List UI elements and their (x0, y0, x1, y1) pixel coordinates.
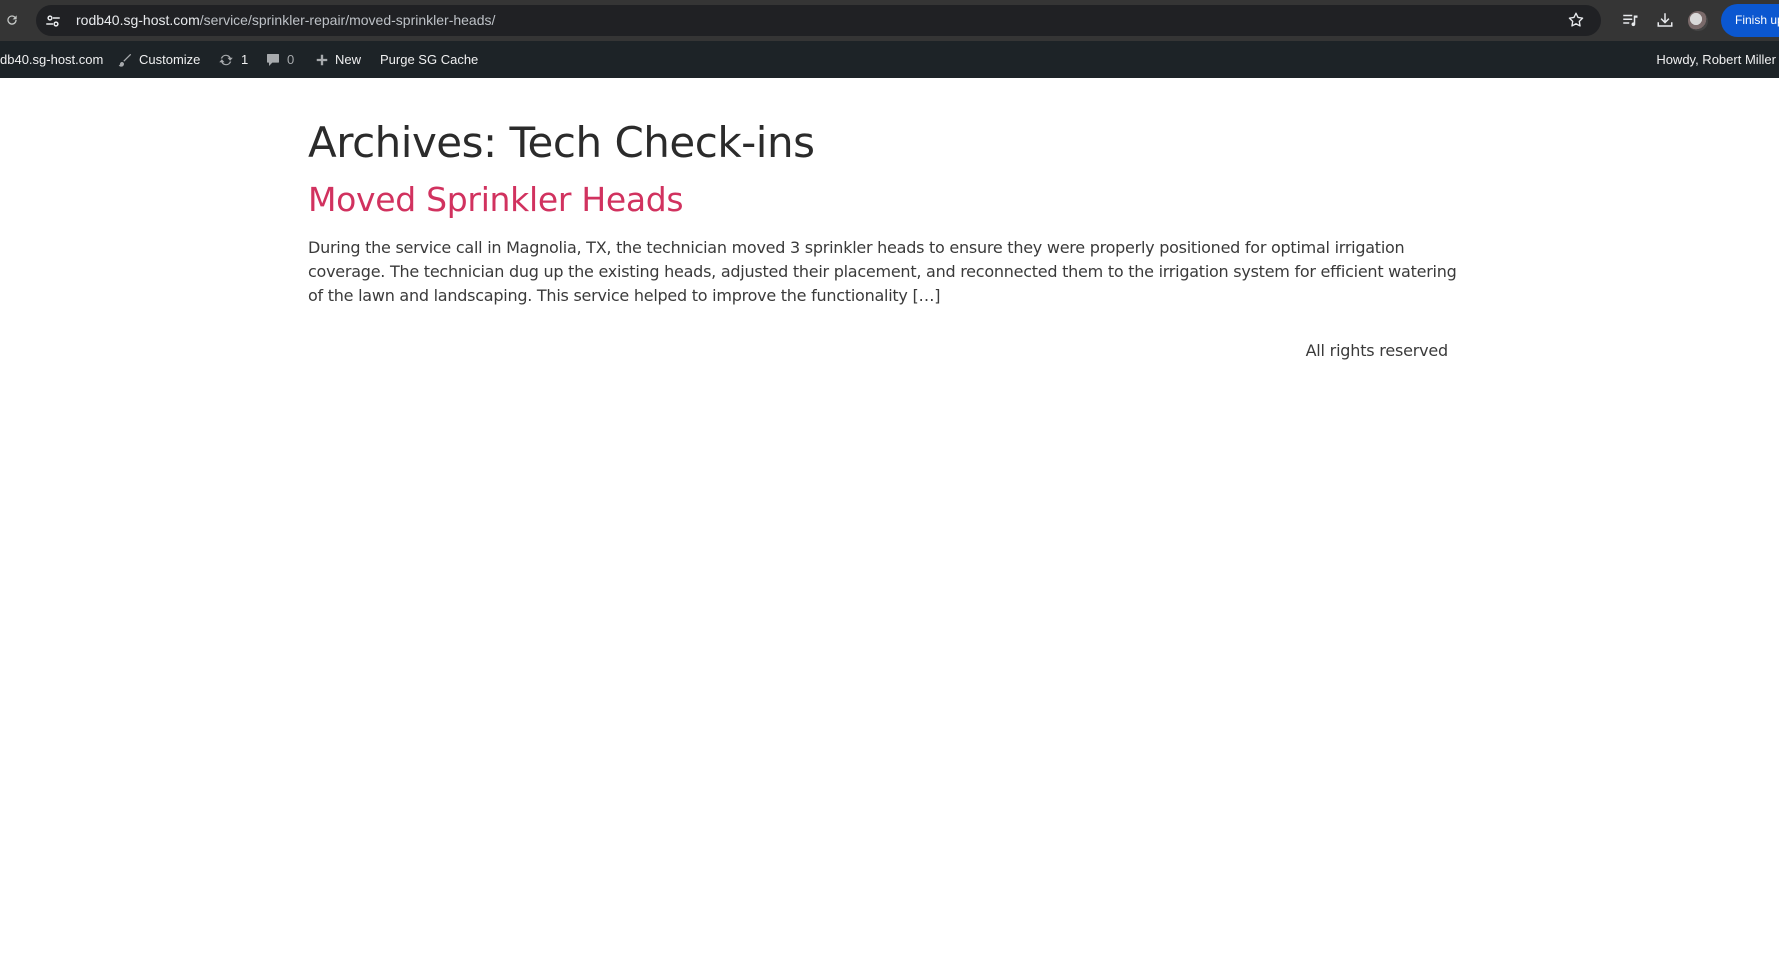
updates-count: 1 (241, 52, 249, 67)
adminbar-updates[interactable]: 1 (217, 41, 248, 78)
url-domain: rodb40.sg-host.com (76, 12, 200, 28)
adminbar-customize[interactable]: Customize (117, 41, 200, 78)
post-excerpt: During the service call in Magnolia, TX,… (308, 238, 1457, 305)
adminbar-new[interactable]: New (315, 41, 361, 78)
footer-copyright: All rights reserved (1305, 341, 1449, 360)
finish-update-button[interactable]: Finish up (1721, 4, 1779, 37)
download-icon[interactable] (1656, 11, 1676, 31)
adminbar-purge-cache[interactable]: Purge SG Cache (380, 41, 478, 78)
site-name-label: db40.sg-host.com (0, 52, 104, 67)
adminbar-site-name[interactable]: db40.sg-host.com (0, 41, 103, 78)
customize-label: Customize (139, 52, 201, 67)
purge-cache-label: Purge SG Cache (380, 52, 479, 67)
archive-title: Archives: Tech Check-ins (308, 118, 815, 167)
adminbar-my-account[interactable]: Howdy, Robert Miller (1656, 41, 1776, 78)
tune-icon[interactable] (44, 12, 62, 30)
brush-icon (117, 52, 133, 68)
new-label: New (335, 52, 362, 67)
address-bar[interactable]: rodb40.sg-host.com/service/sprinkler-rep… (36, 5, 1601, 36)
comment-icon (265, 52, 281, 68)
post-title-link[interactable]: Moved Sprinkler Heads (308, 180, 684, 219)
comments-count: 0 (287, 52, 295, 67)
adminbar-comments[interactable]: 0 (265, 41, 294, 78)
howdy-label: Howdy, Robert Miller (1656, 52, 1776, 67)
plus-icon (315, 53, 329, 67)
reload-icon[interactable] (3, 11, 21, 29)
url-text[interactable]: rodb40.sg-host.com/service/sprinkler-rep… (76, 12, 495, 28)
queue-music-icon[interactable] (1621, 11, 1641, 31)
profile-avatar[interactable] (1688, 11, 1708, 31)
star-icon[interactable] (1567, 11, 1587, 31)
refresh-icon (217, 51, 235, 69)
url-path: /service/sprinkler-repair/moved-sprinkle… (199, 12, 496, 28)
browser-toolbar: rodb40.sg-host.com/service/sprinkler-rep… (0, 0, 1779, 41)
wp-admin-bar: db40.sg-host.com Customize 1 0 New Purge… (0, 41, 1779, 78)
